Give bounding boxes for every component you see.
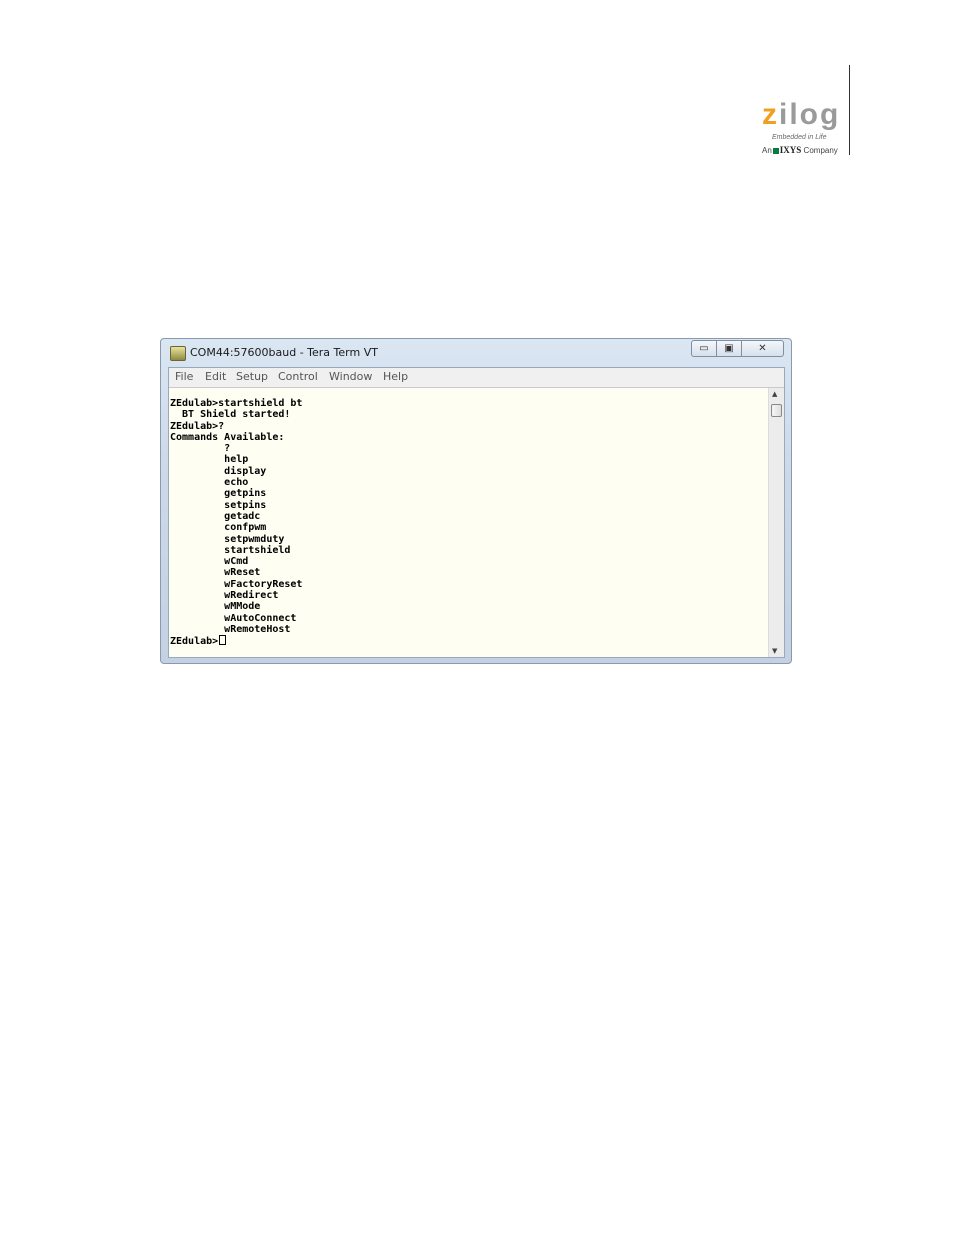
vertical-scrollbar[interactable]: ▲ ▼ bbox=[768, 388, 784, 657]
menu-file[interactable]: File bbox=[175, 370, 193, 383]
tera-term-app-icon[interactable] bbox=[170, 346, 186, 361]
menu-setup[interactable]: Setup bbox=[236, 370, 268, 383]
terminal-line: confpwm bbox=[224, 522, 267, 534]
terminal-line: ? bbox=[224, 443, 231, 455]
ixys-square-icon bbox=[772, 148, 779, 154]
terminal-line: wMMode bbox=[224, 601, 261, 613]
logo-company-name: IXYS bbox=[779, 145, 802, 155]
logo-company-prefix: An bbox=[762, 146, 772, 155]
terminal-line: echo bbox=[224, 477, 249, 489]
terminal-line: startshield bbox=[224, 544, 291, 556]
terminal-line: setpwmduty bbox=[224, 533, 285, 545]
terminal-line: wReset bbox=[224, 567, 261, 579]
logo-company: An IXYS Company bbox=[762, 145, 838, 155]
menu-help[interactable]: Help bbox=[383, 370, 408, 383]
terminal-line: wRedirect bbox=[224, 590, 279, 602]
terminal-screen[interactable]: ZEdulab>startshield bt BT Shield started… bbox=[169, 388, 768, 657]
scroll-up-arrow-icon[interactable]: ▲ bbox=[772, 390, 777, 398]
terminal-line: wFactoryReset bbox=[224, 578, 303, 590]
terminal-line: wCmd bbox=[224, 556, 249, 568]
scrollbar-thumb[interactable] bbox=[771, 404, 782, 417]
close-button[interactable]: ✕ bbox=[741, 340, 784, 357]
logo-wordmark-rest: ilog bbox=[779, 98, 841, 131]
logo-wordmark: zilog bbox=[762, 100, 846, 130]
terminal-line: wAutoConnect bbox=[224, 612, 297, 624]
terminal-line: setpins bbox=[224, 499, 267, 511]
logo-divider bbox=[849, 65, 850, 155]
scroll-down-arrow-icon[interactable]: ▼ bbox=[772, 647, 777, 655]
terminal-output: ZEdulab>startshield bt BT Shield started… bbox=[169, 388, 768, 648]
logo-company-suffix: Company bbox=[803, 146, 838, 155]
terminal-line: display bbox=[224, 465, 267, 477]
terminal-prompt: ZEdulab> bbox=[170, 636, 219, 648]
terminal-line: getpins bbox=[224, 488, 267, 500]
terminal-line: getadc bbox=[224, 510, 261, 522]
maximize-button[interactable]: ▣ bbox=[716, 340, 742, 357]
terminal-line: BT Shield started! bbox=[182, 409, 291, 421]
menu-control[interactable]: Control bbox=[278, 370, 318, 383]
title-bar[interactable]: COM44:57600baud - Tera Term VT ▭ ▣ ✕ bbox=[161, 339, 791, 367]
logo-wordmark-z: z bbox=[762, 98, 779, 131]
logo-tagline: Embedded in Life bbox=[772, 134, 827, 141]
menu-bar: File Edit Setup Control Window Help bbox=[169, 368, 784, 388]
window-client-area: File Edit Setup Control Window Help ZEdu… bbox=[168, 367, 785, 658]
terminal-line: ZEdulab>startshield bt bbox=[170, 398, 303, 409]
minimize-button[interactable]: ▭ bbox=[691, 340, 717, 357]
tera-term-window: COM44:57600baud - Tera Term VT ▭ ▣ ✕ Fil… bbox=[160, 338, 792, 664]
terminal-line: help bbox=[224, 454, 249, 466]
menu-window[interactable]: Window bbox=[329, 370, 372, 383]
terminal-line: Commands Available: bbox=[170, 431, 285, 443]
text-cursor bbox=[219, 635, 227, 646]
window-title: COM44:57600baud - Tera Term VT bbox=[190, 346, 378, 359]
terminal-line: ZEdulab>? bbox=[170, 420, 225, 432]
terminal-line: wRemoteHost bbox=[224, 623, 291, 635]
zilog-logo: zilog Embedded in Life An IXYS Company bbox=[762, 100, 846, 158]
terminal-lines: ZEdulab>startshield bt BT Shield started… bbox=[170, 398, 302, 635]
menu-edit[interactable]: Edit bbox=[205, 370, 226, 383]
